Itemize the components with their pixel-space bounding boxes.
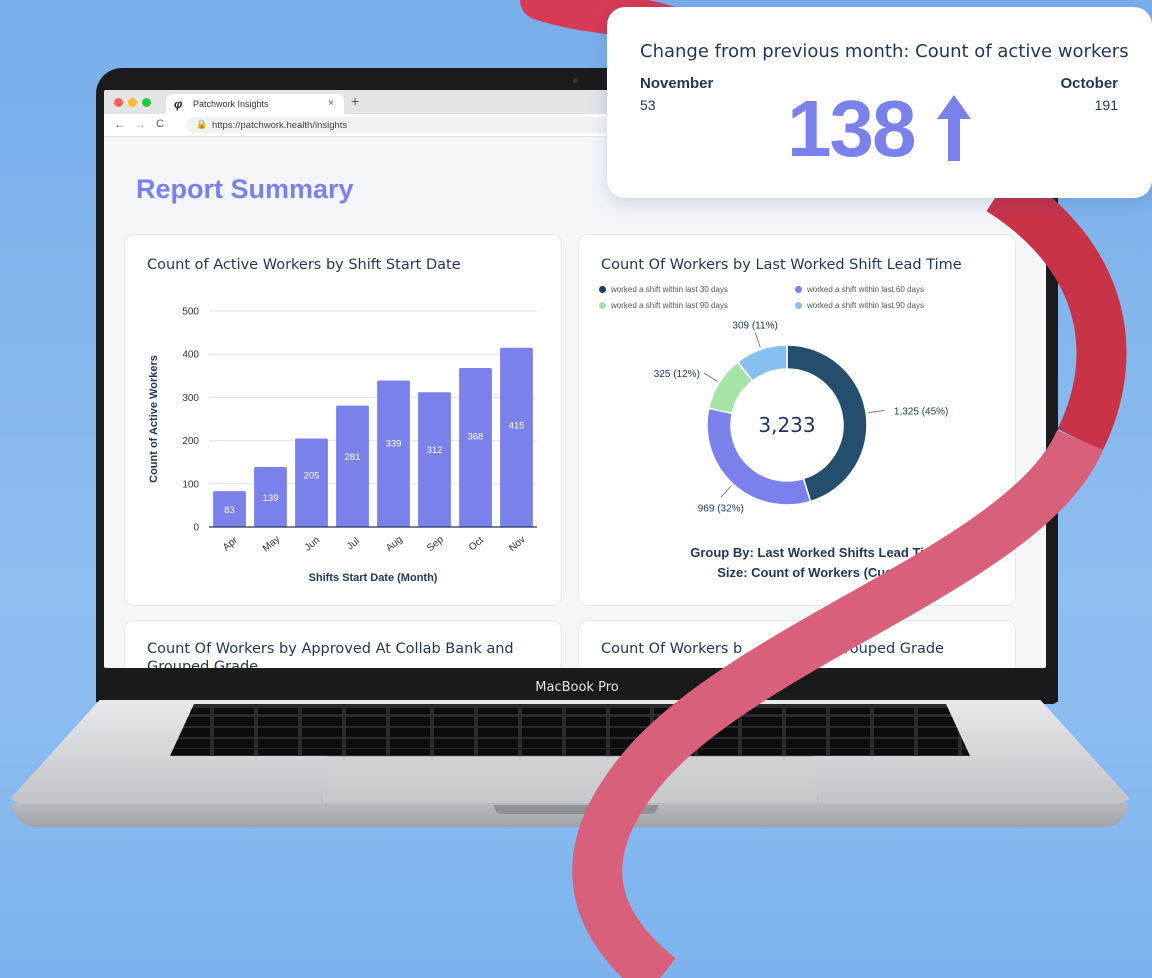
tab-close-button[interactable]: × [328,98,334,109]
card-lead-time: Count Of Workers by Last Worked Shift Le… [578,234,1016,606]
card-title: Count Of Workers b [601,641,743,657]
bar-value-label: 339 [386,438,402,449]
legend-swatch [795,286,802,293]
bar[interactable] [377,380,410,527]
slice-label: 325 (12%) [654,369,700,380]
back-arrow-icon[interactable]: ← [114,117,126,131]
legend-item: worked a shift within last 90 days [599,301,728,310]
tab-patchwork-insights[interactable]: φ Patchwork Insights × [166,94,344,114]
change-summary-popup: Change from previous month: Count of act… [607,7,1152,198]
x-tick-label: Nov [507,534,528,554]
donut-total-label: 3,233 [758,413,815,437]
key-row [170,739,970,748]
card-title-continued: Grouped Grade [147,659,259,668]
bar-chart: 0 100 200 300 400 500 83 Apr 139 May 205 Jun 281 Jul 3… [148,307,537,584]
key-row [170,708,970,714]
card-title: Count Of Workers by Approved At Collab B… [147,641,514,657]
bar-value-label: 368 [468,432,484,443]
previous-month-label: October [1060,75,1118,92]
x-tick-label: Jul [345,536,362,553]
trackpad [322,756,818,804]
arrow-up-icon [937,95,971,161]
slice-leader-line [868,410,884,414]
x-tick-label: May [261,534,283,555]
key-row [170,717,970,726]
bar[interactable] [418,392,451,527]
card-collab-bank: Count Of Workers by Approved At Collab B… [124,620,562,668]
bar[interactable] [336,405,369,527]
slice-label: 969 (32%) [698,503,744,514]
legend-swatch [795,302,802,309]
x-tick-label: Oct [467,535,486,554]
keyboard [170,704,970,756]
bar[interactable] [295,438,328,527]
current-month-value: 53 [640,97,656,113]
lock-icon: 🔒 [196,119,208,129]
reload-icon[interactable]: C [156,118,164,130]
size-caption: Size: Count of Workers (Cust [717,565,897,580]
patchwork-logo-icon: φ [174,97,183,111]
x-tick-label: Aug [384,534,405,554]
y-tick-label: 0 [193,523,199,534]
popup-title: Change from previous month: Count of act… [640,41,1129,62]
previous-month-value: 191 [1094,97,1118,113]
minimize-window-button[interactable] [128,98,137,107]
slice-label: 309 (11%) [732,320,777,331]
y-tick-label: 200 [182,436,199,447]
y-axis-label: Count of Active Workers [148,355,160,483]
bar[interactable] [459,368,492,527]
key-row [170,749,970,755]
card-grouped-grade: Count Of Workers b and Grouped Grade [578,620,1016,668]
slice-leader-line [703,372,718,382]
legend-item: worked a shift within last 30 days [599,285,728,294]
legend-swatch [599,286,606,293]
slice-label: 1,325 (45%) [894,406,948,417]
x-tick-label: Apr [221,535,241,554]
bar-value-label: 139 [263,493,279,504]
y-tick-label: 400 [182,350,199,361]
camera [573,78,578,83]
change-value: 138 [787,84,916,173]
laptop-hinge: MacBook Pro [96,676,1058,702]
x-tick-label: Sep [425,534,446,554]
current-month-label: November [640,75,714,92]
group-by-caption: Group By: Last Worked Shifts Lead Ti [690,545,924,560]
legend-item: worked a shift within last 90 days [795,301,924,310]
key-row [170,728,970,737]
maximize-window-button[interactable] [142,98,151,107]
x-axis-label: Shifts Start Date (Month) [309,572,438,584]
slice-leader-line [754,332,761,348]
page-title: Report Summary [136,174,354,204]
laptop-notch [494,805,658,814]
bar[interactable] [500,347,533,527]
y-tick-label: 300 [182,393,199,404]
y-tick-label: 100 [182,479,199,490]
device-label: MacBook Pro [535,680,619,695]
x-tick-label: Jun [303,535,322,554]
card-title: Count Of Workers by Last Worked Shift Le… [601,257,962,273]
close-window-button[interactable] [114,98,123,107]
tab-title: Patchwork Insights [193,99,269,109]
slice-leader-line [720,485,732,498]
url-text: https://patchwork.health/insights [212,120,348,131]
bar-value-label: 83 [224,505,235,516]
bar-value-label: 415 [509,420,525,431]
new-tab-button[interactable]: + [351,93,359,109]
legend-item: worked a shift within last 60 days [795,285,924,294]
card-title-continued: and Grouped Grade [801,641,944,657]
card-active-workers: Count of Active Workers by Shift Start D… [124,234,562,606]
forward-arrow-icon[interactable]: → [134,117,146,131]
bar-value-label: 281 [345,452,361,463]
legend-swatch [599,302,606,309]
bar-value-label: 312 [427,445,443,456]
bar-value-label: 205 [304,470,320,481]
y-tick-label: 500 [182,307,199,318]
